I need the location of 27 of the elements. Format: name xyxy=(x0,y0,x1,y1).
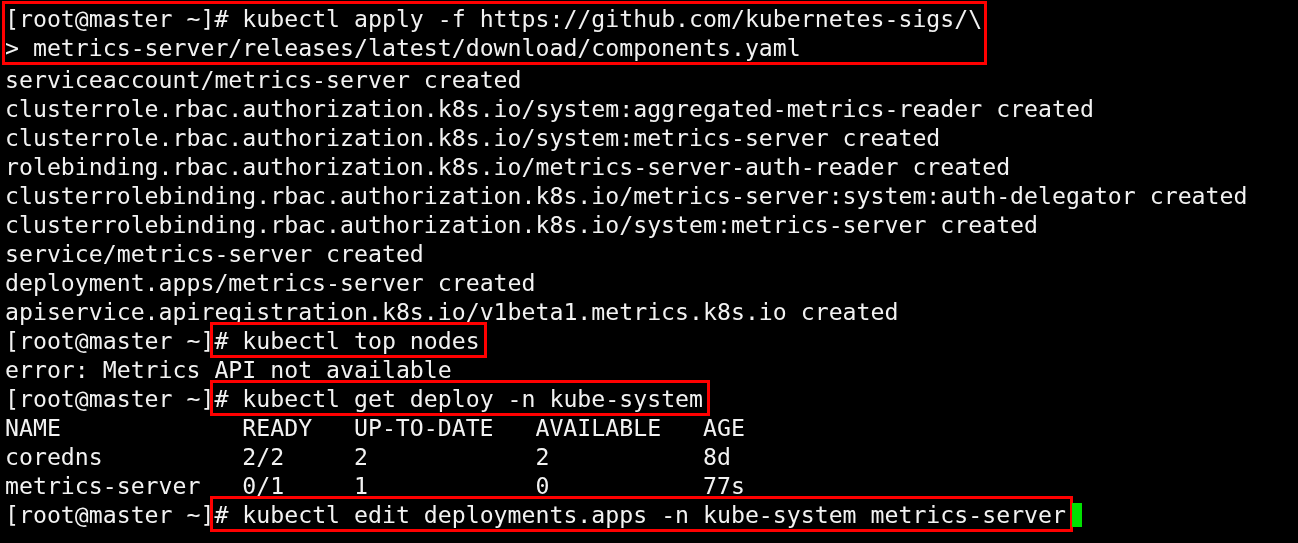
highlighted-command: # kubectl top nodes xyxy=(210,322,487,358)
output-line: serviceaccount/metrics-server created xyxy=(5,66,522,93)
table-cell-text: coredns xyxy=(5,442,104,471)
command-text: # kubectl apply -f https://github.com/kubernetes-sigs/\ xyxy=(214,5,983,32)
table-cell-text: 2/2 xyxy=(242,442,286,471)
column-header: AGE xyxy=(702,413,745,442)
output-line: clusterrole.rbac.authorization.k8s.io/system:metrics-server created xyxy=(5,124,941,151)
table-cell-text: 2 xyxy=(535,442,551,471)
column-header: READY xyxy=(242,413,314,442)
output-line: clusterrole.rbac.authorization.k8s.io/system:aggregated-metrics-reader created xyxy=(5,95,1094,122)
table-cell: 8d xyxy=(702,442,731,471)
column-header: AVAILABLE xyxy=(535,413,663,442)
output-line: apiservice.apiregistration.k8s.io/v1beta1.metrics.k8s.io created xyxy=(5,298,899,325)
output-line: clusterrolebinding.rbac.authorization.k8s.io/system:metrics-server created xyxy=(5,211,1039,238)
highlighted-command: # kubectl get deploy -n kube-system xyxy=(210,380,710,416)
column-header: UP-TO-DATE xyxy=(354,413,495,442)
output-line: deployment.apps/metrics-server created xyxy=(5,269,536,296)
output-line: rolebinding.rbac.authorization.k8s.io/metrics-server-auth-reader created xyxy=(5,153,1011,180)
output-line: clusterrolebinding.rbac.authorization.k8s.io/metrics-server:system:auth-delegator created xyxy=(5,182,1248,209)
table-cell-text: 2 xyxy=(354,442,369,471)
output-line: error: Metrics API not available xyxy=(5,356,452,383)
highlighted-command: # kubectl edit deployments.apps -n kube-system metrics-server xyxy=(210,496,1073,532)
column-header: NAME xyxy=(5,413,62,442)
prompt-text: [root@master ~] xyxy=(5,5,215,32)
command-text: > metrics-server/releases/latest/download/components.yaml xyxy=(5,34,801,61)
table-cell-text: metrics-server xyxy=(5,471,202,500)
output-line: service/metrics-server created xyxy=(5,240,424,267)
